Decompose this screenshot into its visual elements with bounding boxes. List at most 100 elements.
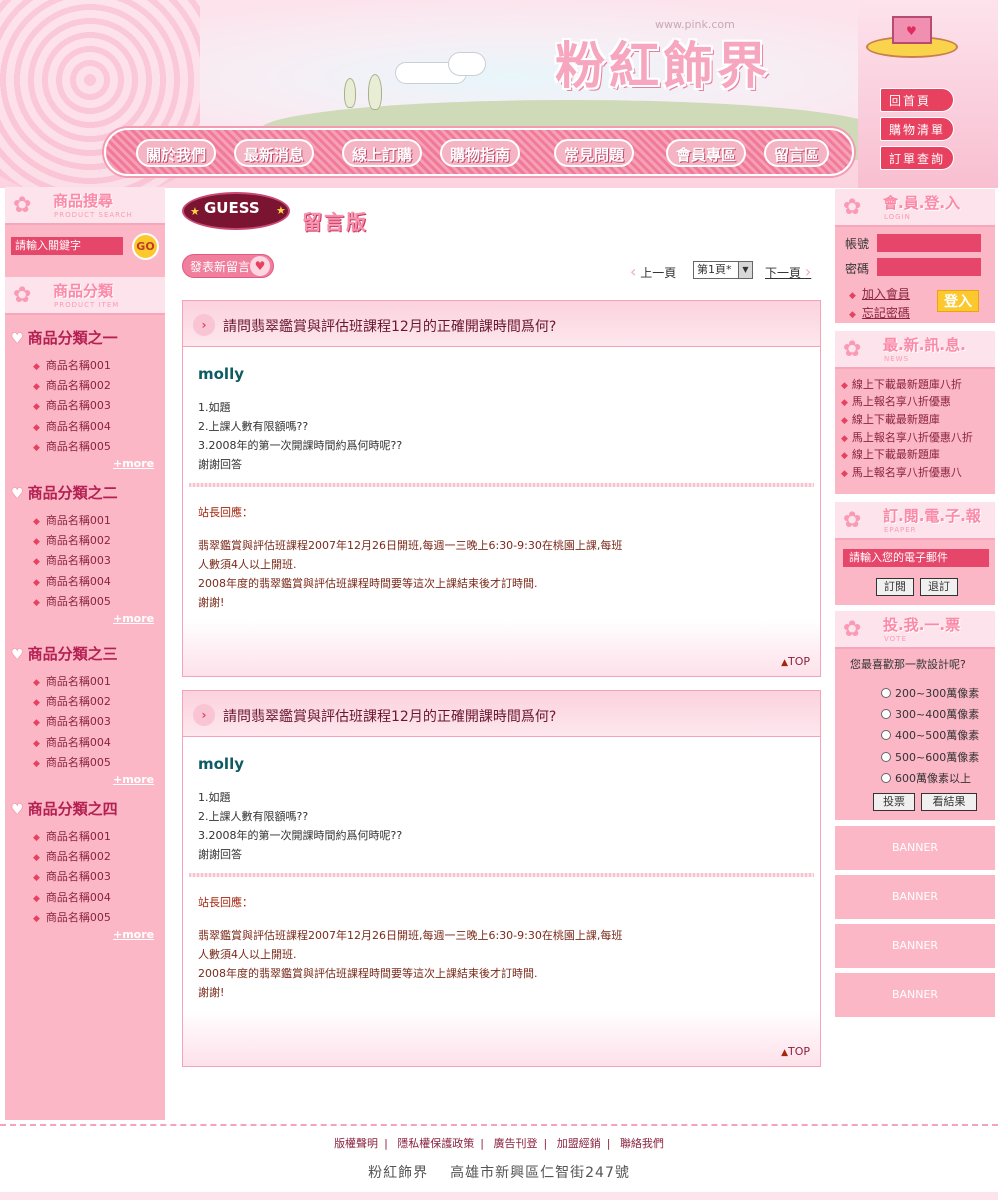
page-title: 留言版 (302, 210, 368, 234)
reply-line: 翡翠鑑賞與評估班課程2007年12月26日開班,每週一三晚上6:30-9:30在… (198, 539, 623, 552)
butterfly-icon: ✿ (13, 193, 32, 218)
password-input[interactable] (877, 258, 981, 276)
nav-news[interactable]: 最新消息 (234, 139, 315, 167)
search-input[interactable]: 請輸入關鍵字 (11, 237, 123, 255)
category-item[interactable]: ◆ 商品名稱005 (33, 438, 111, 454)
vote-option[interactable]: 400~500萬像素 (881, 727, 979, 743)
nav-order[interactable]: 線上訂購 (342, 139, 423, 167)
vote-option[interactable]: 300~400萬像素 (881, 706, 979, 722)
diamond-bullet-icon: ◆ (33, 517, 40, 527)
back-to-top-link[interactable]: ▲TOP (781, 1045, 810, 1058)
category-item[interactable]: ◆ 商品名稱005 (33, 593, 111, 609)
footer-link-privacy[interactable]: 隱私權保護政策 (397, 1137, 474, 1150)
banner-ad[interactable]: BANNER (835, 973, 995, 1017)
category-item[interactable]: ◆ 商品名稱003 (33, 552, 111, 568)
category-item[interactable]: ◆ 商品名稱004 (33, 734, 111, 750)
category-group-title[interactable]: ♥ 商品分類之一 (11, 327, 118, 349)
category-panel-header: ✿ 商品分類 PRODUCT ITEM (5, 277, 165, 315)
banner-ad[interactable]: BANNER (835, 875, 995, 919)
join-member-link[interactable]: ◆ 加入會員 (849, 285, 910, 302)
butterfly-icon: ✿ (13, 283, 32, 308)
category-group-title[interactable]: ♥ 商品分類之二 (11, 482, 118, 504)
diamond-bullet-icon: ◆ (33, 873, 40, 883)
diamond-bullet-icon: ◆ (841, 469, 848, 479)
vote-option[interactable]: 200~300萬像素 (881, 685, 979, 701)
category-item[interactable]: ◆ 商品名稱001 (33, 828, 111, 844)
guestbook-post: › 請問翡翠鑑賞與評估班課程12月的正確開課時間爲何? molly 1.如題 2… (182, 690, 821, 1067)
category-item[interactable]: ◆ 商品名稱003 (33, 397, 111, 413)
footer-link-franchise[interactable]: 加盟經銷 (557, 1137, 601, 1150)
nav-member[interactable]: 會員專區 (666, 139, 747, 167)
unsubscribe-button[interactable]: 退訂 (920, 578, 958, 596)
category-item[interactable]: ◆ 商品名稱001 (33, 357, 111, 373)
tree-icon (344, 78, 356, 108)
email-field[interactable]: 請輸入您的電子郵件 (843, 549, 989, 567)
new-post-button[interactable]: 發表新留言 ♥ (182, 254, 274, 278)
category-item[interactable]: ◆ 商品名稱003 (33, 713, 111, 729)
view-results-button[interactable]: 看結果 (921, 793, 977, 811)
subscribe-button[interactable]: 訂閱 (876, 578, 914, 596)
category-item[interactable]: ◆ 商品名稱004 (33, 418, 111, 434)
category-item[interactable]: ◆ 商品名稱002 (33, 693, 111, 709)
footer-link-advertise[interactable]: 廣告刊登 (494, 1137, 538, 1150)
category-group-title[interactable]: ♥ 商品分類之三 (11, 643, 118, 665)
vote-button[interactable]: 投票 (873, 793, 915, 811)
banner-ad[interactable]: BANNER (835, 924, 995, 968)
more-link[interactable]: +more (113, 773, 154, 786)
footer-link-contact[interactable]: 聯絡我們 (620, 1137, 664, 1150)
news-item[interactable]: ◆ 馬上報名享八折優惠八折 (841, 429, 973, 445)
news-item[interactable]: ◆ 線上下載最新題庫八折 (841, 376, 962, 392)
news-item[interactable]: ◆ 馬上報名享八折優惠八 (841, 464, 962, 480)
footer-address: 粉紅飾界 高雄市新興區仁智街247號 (0, 1162, 998, 1182)
search-go-button[interactable]: GO (132, 233, 159, 260)
category-item[interactable]: ◆ 商品名稱004 (33, 889, 111, 905)
category-item[interactable]: ◆ 商品名稱002 (33, 848, 111, 864)
vote-option[interactable]: 600萬像素以上 (881, 770, 971, 786)
diamond-bullet-icon: ◆ (33, 537, 40, 547)
footer-link-copyright[interactable]: 版權聲明 (334, 1137, 378, 1150)
nav-about[interactable]: 關於我們 (136, 139, 217, 167)
news-item[interactable]: ◆ 線上下載最新題庫 (841, 446, 940, 462)
cart-button[interactable]: 購物清單 (880, 117, 954, 141)
nav-guestbook[interactable]: 留言區 (764, 139, 830, 167)
category-item[interactable]: ◆ 商品名稱001 (33, 673, 111, 689)
home-button[interactable]: 回首頁 (880, 88, 954, 112)
reply-line: 2008年度的翡翠鑑賞與評估班課程時間要等這次上課結束後才訂時間. (198, 967, 538, 980)
category-item[interactable]: ◆ 商品名稱002 (33, 377, 111, 393)
page-select[interactable]: 第1頁* ▼ (693, 261, 753, 279)
category-item[interactable]: ◆ 商品名稱001 (33, 512, 111, 528)
more-link[interactable]: +more (113, 612, 154, 625)
back-to-top-link[interactable]: ▲TOP (781, 655, 810, 668)
nav-faq[interactable]: 常見問題 (554, 139, 635, 167)
login-button[interactable]: 登入 (937, 290, 979, 312)
next-page-link[interactable]: 下一頁 › (765, 262, 811, 281)
category-item[interactable]: ◆ 商品名稱004 (33, 573, 111, 589)
banner-ad[interactable]: BANNER (835, 826, 995, 870)
triangle-up-icon: ▲ (781, 1048, 788, 1058)
diamond-bullet-icon: ◆ (33, 423, 40, 433)
prev-page-link[interactable]: ‹ 上一頁 (630, 262, 676, 281)
category-item[interactable]: ◆ 商品名稱005 (33, 754, 111, 770)
account-input[interactable] (877, 234, 981, 252)
guestbook-post: › 請問翡翠鑑賞與評估班課程12月的正確開課時間爲何? molly 1.如題 2… (182, 300, 821, 677)
nav-guide[interactable]: 購物指南 (440, 139, 521, 167)
more-link[interactable]: +more (113, 457, 154, 470)
post-footer (183, 620, 820, 676)
envelope-bowl-icon: ♥ (866, 10, 958, 70)
footer-links: 版權聲明 | 隱私權保護政策 | 廣告刊登 | 加盟經銷 | 聯絡我們 (334, 1137, 664, 1150)
news-item[interactable]: ◆ 線上下載最新題庫 (841, 411, 940, 427)
vote-panel-subtitle: VOTE (884, 635, 907, 643)
category-item[interactable]: ◆ 商品名稱005 (33, 909, 111, 925)
category-item[interactable]: ◆ 商品名稱002 (33, 532, 111, 548)
forgot-password-link[interactable]: ◆ 忘記密碼 (849, 304, 910, 321)
category-item[interactable]: ◆ 商品名稱003 (33, 868, 111, 884)
heart-icon: ♥ (11, 486, 24, 502)
site-logo-title[interactable]: 粉紅飾界 (555, 26, 771, 98)
order-query-button[interactable]: 訂單查詢 (880, 146, 954, 170)
category-group-title[interactable]: ♥ 商品分類之四 (11, 798, 118, 820)
more-link[interactable]: +more (113, 928, 154, 941)
divider (189, 483, 814, 487)
vote-option[interactable]: 500~600萬像素 (881, 749, 979, 765)
butterfly-icon: ✿ (843, 337, 862, 362)
news-item[interactable]: ◆ 馬上報名享八折優惠 (841, 393, 951, 409)
